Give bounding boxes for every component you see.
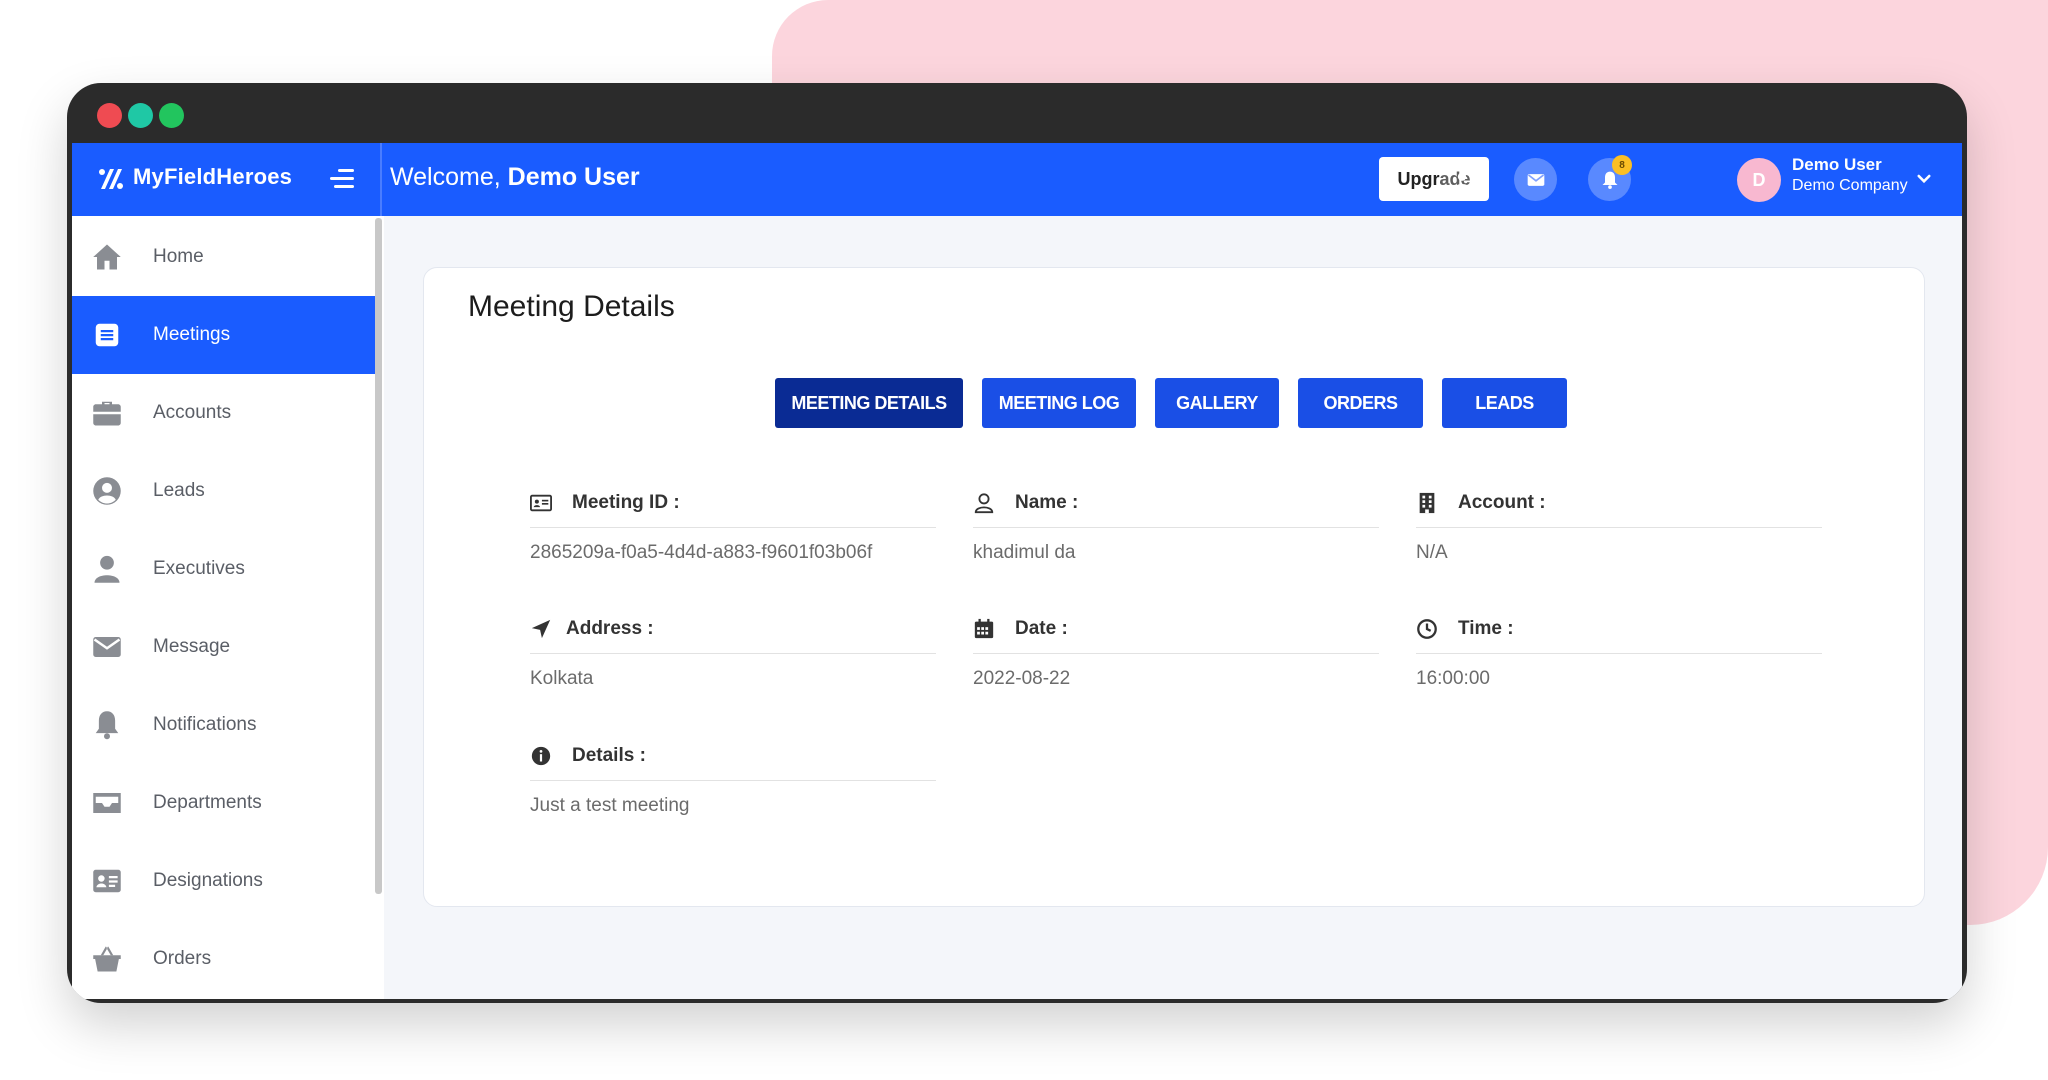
tab-gallery[interactable]: GALLERY [1155, 378, 1279, 428]
basket-icon [90, 942, 124, 976]
bell-icon [90, 708, 124, 742]
home-icon [90, 240, 124, 274]
field-label: Date : [1015, 618, 1068, 639]
field-label: Details : [572, 745, 646, 766]
minimize-window-button[interactable] [128, 103, 153, 128]
sidebar-item-label: Leads [153, 480, 205, 501]
sidebar-item-label: Meetings [153, 324, 231, 345]
field-meeting-id: Meeting ID : 2865209a-f0a5-4d4d-a883-f96… [530, 480, 936, 563]
sidebar-item-label: Accounts [153, 402, 232, 423]
sidebar-scrollbar[interactable] [375, 218, 382, 894]
user-circle-icon [90, 474, 124, 508]
sidebar-item-label: Designations [153, 870, 263, 891]
user-name[interactable]: Demo User [1792, 155, 1882, 175]
field-label: Name : [1015, 492, 1079, 513]
brand-name[interactable]: MyFieldHeroes [133, 164, 292, 190]
building-icon [1416, 492, 1438, 514]
sidebar-item-designations[interactable]: Designations [72, 842, 384, 920]
notifications-icon-button[interactable]: 8 [1588, 155, 1632, 201]
profile-icon-button[interactable] [1440, 158, 1483, 201]
user-icon [90, 552, 124, 586]
sidebar-item-executives[interactable]: Executives [72, 530, 384, 608]
messages-icon-button[interactable] [1514, 158, 1557, 201]
tab-orders[interactable]: ORDERS [1298, 378, 1423, 428]
maximize-window-button[interactable] [159, 103, 184, 128]
app-container: MyFieldHeroes Welcome, Demo User Upgrade… [72, 143, 1962, 999]
sidebar-item-label: Notifications [153, 714, 257, 735]
welcome-prefix: Welcome, [390, 163, 501, 191]
user-icon [1454, 172, 1469, 188]
field-name: Name : khadimul da [973, 480, 1379, 563]
welcome-user: Demo User [507, 163, 640, 191]
tab-leads[interactable]: LEADS [1442, 378, 1567, 428]
top-header: MyFieldHeroes Welcome, Demo User Upgrade… [72, 143, 1962, 216]
sidebar-item-label: Home [153, 246, 204, 267]
sidebar-item-home[interactable]: Home [72, 218, 384, 296]
account-value: N/A [1416, 542, 1448, 563]
notification-badge: 8 [1612, 155, 1632, 175]
date-value: 2022-08-22 [973, 668, 1071, 689]
time-value: 16:00:00 [1416, 668, 1490, 689]
address-value: Kolkata [530, 668, 594, 689]
field-details: Details : Just a test meeting [530, 733, 936, 816]
chevron-down-icon[interactable] [1915, 170, 1933, 188]
browser-window: MyFieldHeroes Welcome, Demo User Upgrade… [67, 83, 1967, 1003]
sidebar-item-leads[interactable]: Leads [72, 452, 384, 530]
field-address: Address : Kolkata [530, 606, 936, 689]
location-arrow-icon [530, 618, 552, 640]
tab-meeting-details[interactable]: MEETING DETAILS [775, 378, 963, 428]
details-value: Just a test meeting [530, 795, 690, 816]
sidebar-item-label: Orders [153, 948, 212, 969]
sidebar: Home Meetings Accounts Leads Executives … [72, 216, 384, 999]
sidebar-item-departments[interactable]: Departments [72, 764, 384, 842]
clock-icon [1416, 618, 1438, 640]
field-date: Date : 2022-08-22 [973, 606, 1379, 689]
close-window-button[interactable] [97, 103, 122, 128]
sidebar-item-orders[interactable]: Orders [72, 920, 384, 998]
field-account: Account : N/A [1416, 480, 1822, 563]
meetings-icon [90, 318, 124, 352]
tab-meeting-log[interactable]: MEETING LOG [982, 378, 1136, 428]
field-label: Time : [1458, 618, 1514, 639]
sidebar-item-label: Message [153, 636, 231, 657]
field-time: Time : 16:00:00 [1416, 606, 1822, 689]
window-titlebar [67, 83, 1967, 143]
info-icon [530, 745, 552, 767]
calendar-icon [973, 618, 995, 640]
id-card-icon [90, 864, 124, 898]
sidebar-item-label: Departments [153, 792, 262, 813]
user-company: Demo Company [1792, 177, 1908, 194]
welcome-message: Welcome, Demo User [390, 163, 640, 192]
brand-logo-icon [98, 167, 124, 198]
field-label: Address : [566, 618, 654, 639]
sidebar-item-accounts[interactable]: Accounts [72, 374, 384, 452]
envelope-icon [90, 630, 124, 664]
meeting-details-card: Meeting Details MEETING DETAILS MEETING … [423, 267, 1925, 907]
meeting-id-value: 2865209a-f0a5-4d4d-a883-f9601f03b06f [530, 542, 873, 563]
user-outline-icon [973, 492, 995, 514]
avatar[interactable]: D [1737, 158, 1781, 202]
sidebar-item-label: Executives [153, 558, 245, 579]
page-title: Meeting Details [468, 290, 675, 323]
sidebar-item-meetings[interactable]: Meetings [72, 296, 382, 374]
inbox-icon [90, 786, 124, 820]
menu-toggle-icon[interactable] [330, 169, 354, 189]
envelope-icon [1527, 173, 1544, 186]
name-value: khadimul da [973, 542, 1076, 563]
field-label: Meeting ID : [572, 492, 680, 513]
brand-area: MyFieldHeroes [72, 143, 382, 216]
sidebar-item-notifications[interactable]: Notifications [72, 686, 384, 764]
briefcase-icon [90, 396, 124, 430]
field-label: Account : [1458, 492, 1546, 513]
sidebar-item-message[interactable]: Message [72, 608, 384, 686]
id-card-icon [530, 492, 552, 514]
